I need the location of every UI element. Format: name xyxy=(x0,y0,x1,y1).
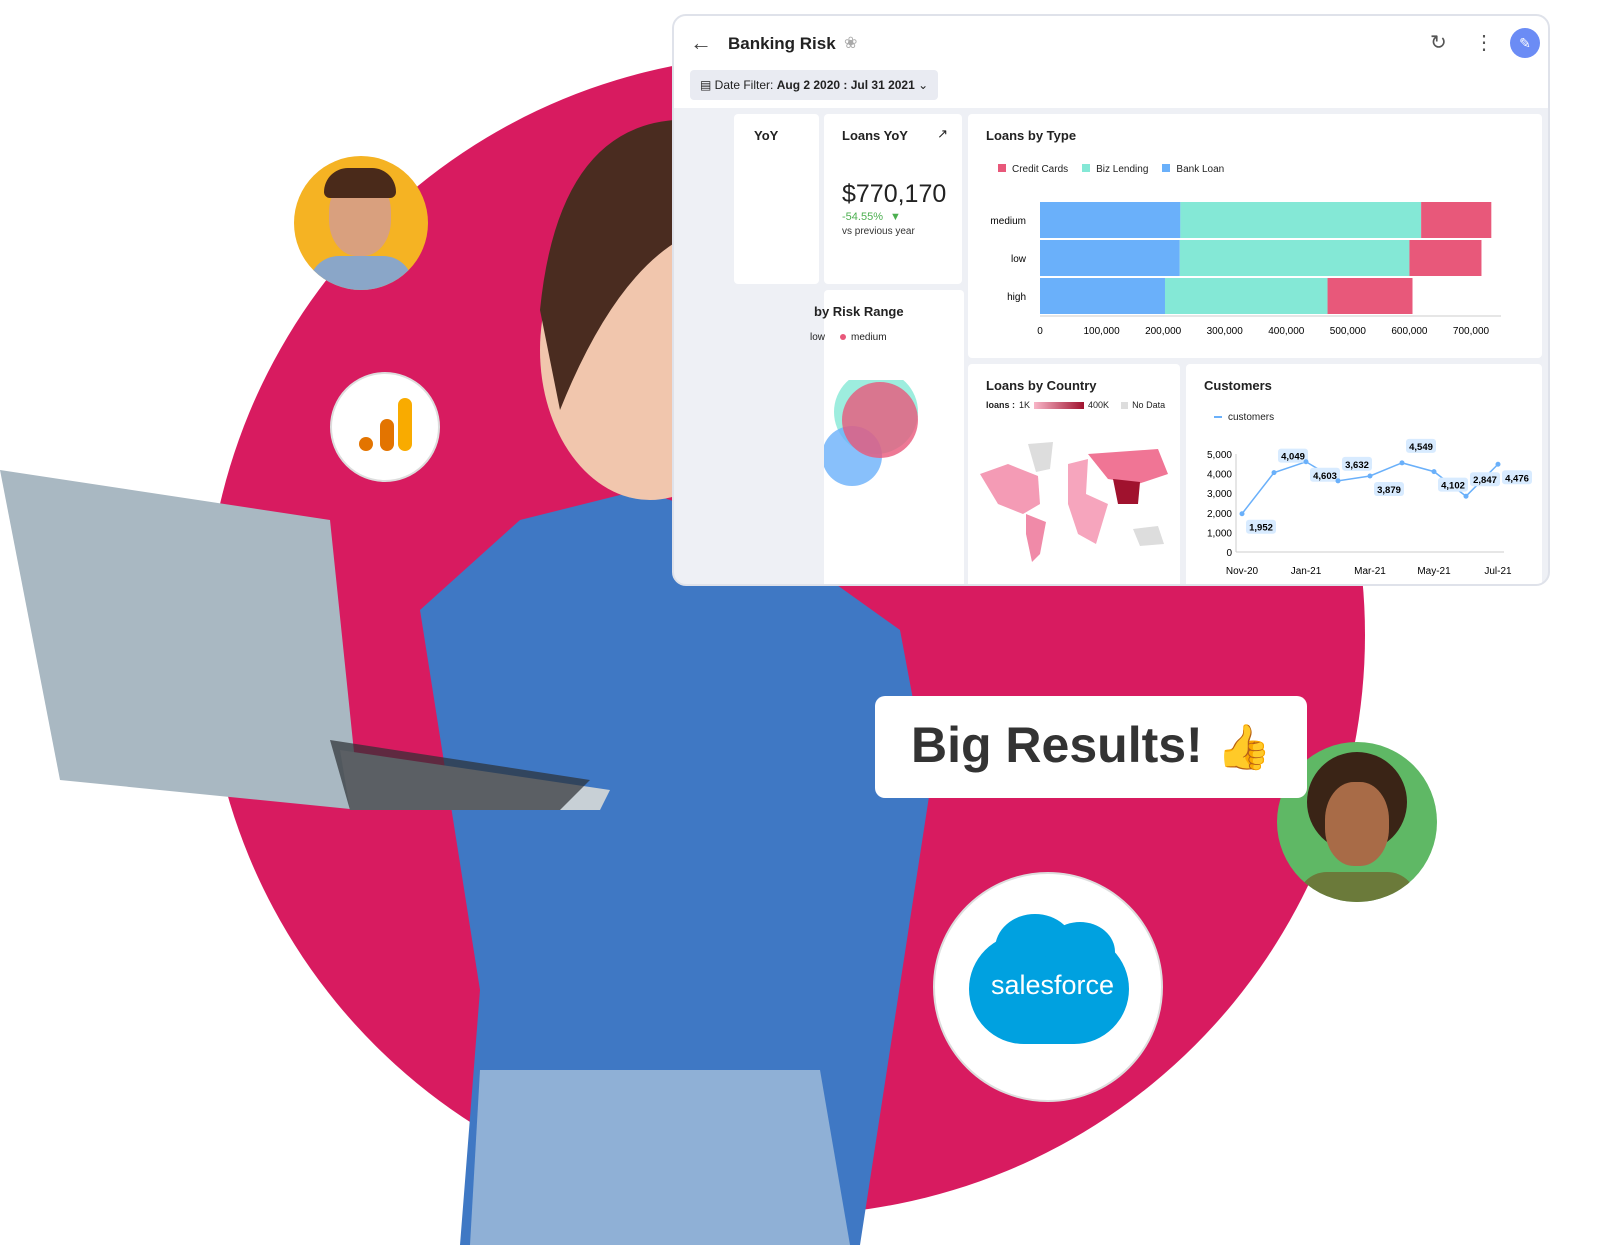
map-legend-label: loans : xyxy=(986,400,1016,410)
bar-segment xyxy=(1409,240,1482,276)
date-filter-label: Date Filter: xyxy=(714,78,774,92)
data-point xyxy=(1271,470,1277,476)
x-tick-label: 600,000 xyxy=(1391,326,1428,337)
loans-yoy-card: Loans YoY ↗ $770,170 -54.55% ▼ vs previo… xyxy=(824,114,962,284)
data-label: 4,476 xyxy=(1505,473,1529,484)
data-point xyxy=(1463,493,1469,499)
y-tick-label: 2,000 xyxy=(1207,509,1232,520)
calendar-filter-icon: ▤ xyxy=(700,78,715,92)
bar-segment xyxy=(1180,202,1422,238)
y-tick-label: 1,000 xyxy=(1207,528,1232,539)
data-label: 3,879 xyxy=(1377,485,1401,496)
x-tick-label: 500,000 xyxy=(1330,326,1367,337)
bar-segment xyxy=(1040,202,1181,238)
google-analytics-logo xyxy=(330,372,440,482)
refresh-icon[interactable]: ↻ xyxy=(1430,30,1447,55)
data-point xyxy=(1399,460,1405,466)
thumbs-up-icon: 👍 xyxy=(1216,723,1272,772)
data-label: 4,603 xyxy=(1313,471,1337,482)
data-point xyxy=(1495,461,1501,467)
loans-by-type-card: Loans by Type Credit Cards Biz Lending B… xyxy=(968,114,1542,358)
back-arrow-icon[interactable]: ← xyxy=(690,30,712,56)
data-point xyxy=(1431,469,1437,475)
data-label: 4,549 xyxy=(1409,442,1433,453)
bubble-chart xyxy=(824,380,918,486)
customers-card: Customers customers 0 1,000 2,000 3,000 4,00… xyxy=(1186,364,1542,584)
dashboard-title: Banking Risk xyxy=(728,34,836,53)
map-title: Loans by Country xyxy=(986,378,1097,393)
loans-yoy-value: $770,170 xyxy=(842,180,947,208)
y-tick-label: 4,000 xyxy=(1207,470,1232,481)
banner-text: Big Results! xyxy=(911,717,1203,773)
edit-pencil-icon[interactable]: ✎ xyxy=(1510,28,1540,58)
bar-segment xyxy=(1040,240,1180,276)
partial-card: YoY xyxy=(734,114,819,284)
x-tick-label: 300,000 xyxy=(1207,326,1244,337)
x-tick-label: 100,000 xyxy=(1083,326,1120,337)
x-tick-label: Nov-20 xyxy=(1226,566,1259,577)
y-tick-label: 0 xyxy=(1226,548,1232,559)
risk-range-title: by Risk Range xyxy=(814,304,904,319)
loans-by-type-chart: medium low high 0 100,000 200,000 300,000 400,0… xyxy=(990,202,1501,337)
map-legend-no-data: No Data xyxy=(1132,400,1166,410)
loans-yoy-title: Loans YoY xyxy=(842,128,908,143)
data-label: 4,049 xyxy=(1281,452,1305,463)
date-filter-button[interactable]: ▤ Date Filter: Aug 2 2020 : Jul 31 2021 … xyxy=(690,70,939,100)
x-tick-label: Jan-21 xyxy=(1291,566,1322,577)
bar-segment xyxy=(1179,240,1410,276)
big-results-banner: Big Results! 👍 xyxy=(875,696,1307,798)
map-legend: loans : 1K 400K No Data xyxy=(986,400,1165,410)
bar-category-label: medium xyxy=(990,216,1026,227)
y-tick-label: 5,000 xyxy=(1207,450,1232,461)
map-legend-min: 1K xyxy=(1019,400,1031,410)
customers-chart: 0 1,000 2,000 3,000 4,000 5,000 Nov-20 Jan-21 Ma… xyxy=(1207,438,1532,577)
chevron-down-icon: ⌄ xyxy=(918,78,929,92)
data-label: 2,847 xyxy=(1473,475,1497,486)
risk-legend-medium: medium xyxy=(840,332,887,343)
data-point xyxy=(1303,459,1309,465)
dashboard-header: ← Banking Risk ❀ ↻ ⋮ ✎ ▤ Date Filter: Au… xyxy=(674,16,1548,108)
bar-segment xyxy=(1040,278,1165,314)
loans-by-country-card: Loans by Country loans : 1K 400K No Data xyxy=(968,364,1180,584)
risk-legend-low: low xyxy=(810,332,826,343)
loans-yoy-caption: vs previous year xyxy=(842,226,915,237)
data-label: 1,952 xyxy=(1249,523,1273,534)
x-tick-label: 0 xyxy=(1037,326,1043,337)
avatar-man xyxy=(294,156,428,290)
x-tick-label: 700,000 xyxy=(1453,326,1490,337)
x-tick-label: 200,000 xyxy=(1145,326,1182,337)
expand-icon[interactable]: ↗ xyxy=(937,126,948,142)
x-tick-label: May-21 xyxy=(1417,566,1451,577)
world-map xyxy=(980,442,1168,562)
bar-segment xyxy=(1421,202,1492,238)
data-point xyxy=(1367,473,1373,479)
salesforce-wordmark: salesforce xyxy=(991,970,1115,1000)
x-tick-label: Mar-21 xyxy=(1354,566,1386,577)
down-triangle-icon: ▼ xyxy=(890,211,901,223)
x-tick-label: 400,000 xyxy=(1268,326,1305,337)
data-label: 3,632 xyxy=(1345,460,1369,471)
risk-range-card: by Risk Range low medium xyxy=(810,290,964,584)
salesforce-logo: salesforce xyxy=(933,872,1163,1102)
bar-category-label: high xyxy=(1007,292,1026,303)
y-tick-label: 3,000 xyxy=(1207,489,1232,500)
loans-yoy-change: -54.55% xyxy=(842,211,883,223)
dashboard-window: ← Banking Risk ❀ ↻ ⋮ ✎ ▤ Date Filter: Au… xyxy=(672,14,1550,586)
google-analytics-icon xyxy=(359,398,412,451)
data-point xyxy=(1335,478,1341,484)
x-tick-label: Jul-21 xyxy=(1484,566,1512,577)
more-vert-icon[interactable]: ⋮ xyxy=(1474,30,1494,55)
data-point xyxy=(1239,511,1245,517)
date-filter-value: Aug 2 2020 : Jul 31 2021 xyxy=(776,78,915,92)
badge-icon: ❀ xyxy=(844,35,858,52)
bar-segment xyxy=(1327,278,1413,314)
partial-card-title: YoY xyxy=(754,128,779,143)
map-legend-max: 400K xyxy=(1088,400,1110,410)
data-label: 4,102 xyxy=(1441,481,1465,492)
bar-category-label: low xyxy=(1011,254,1027,265)
bar-segment xyxy=(1164,278,1328,314)
